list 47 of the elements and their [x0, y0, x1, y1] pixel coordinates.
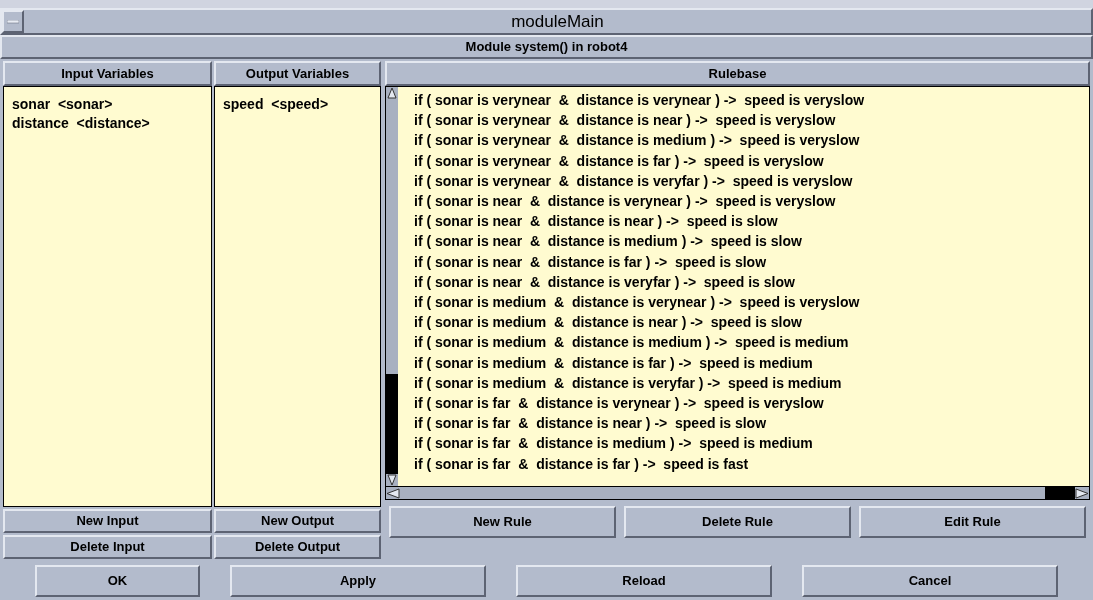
push-button[interactable]: Delete Rule: [624, 506, 851, 538]
rule-item[interactable]: if ( sonar is medium & distance is medium ) -> speed is medium: [414, 332, 1089, 353]
rule-item[interactable]: if ( sonar is near & distance is verynear ) -> speed is veryslow: [414, 191, 1089, 212]
rule-item[interactable]: if ( sonar is far & distance is medium ) -> speed is medium: [414, 433, 1089, 454]
list-item[interactable]: distance <distance>: [12, 114, 203, 133]
rule-item[interactable]: if ( sonar is far & distance is verynear ) -> speed is veryslow: [414, 393, 1089, 414]
rule-list[interactable]: [398, 87, 1089, 486]
list-item[interactable]: speed <speed>: [223, 95, 372, 114]
push-button[interactable]: New Rule: [389, 506, 616, 538]
window-title: moduleMain: [510, 10, 605, 33]
minus-icon: [7, 19, 19, 24]
rule-item[interactable]: if ( sonar is near & distance is veryfar ) -> speed is slow: [414, 271, 1089, 293]
variable-list[interactable]: speed <speed>: [214, 86, 381, 507]
rule-item[interactable]: if ( sonar is medium & distance is near ) -> speed is slow: [414, 312, 1089, 333]
variable-list[interactable]: sonar <sonar> distance <distance>: [3, 86, 212, 507]
rule-item[interactable]: if ( sonar is medium & distance is verynear ) -> speed is veryslow: [414, 292, 1089, 313]
horizontal-scrollbar[interactable]: [386, 486, 1089, 499]
scrollbar-thumb[interactable]: [1045, 487, 1075, 499]
push-button[interactable]: New Input: [3, 509, 212, 533]
rule-item[interactable]: if ( sonar is near & distance is far ) -> speed is slow: [414, 251, 1089, 272]
rule-item[interactable]: if ( sonar is verynear & distance is verynear ) -> speed is veryslow: [414, 90, 1089, 111]
rule-item[interactable]: if ( sonar is far & distance is far ) -> speed is fast: [414, 453, 1089, 474]
column-header: Rulebase: [385, 61, 1090, 86]
push-button[interactable]: Reload: [516, 565, 772, 597]
dialog-subtitle: Module system() in robot4: [0, 35, 1093, 59]
rule-item[interactable]: if ( sonar is far & distance is near ) -> speed is slow: [414, 413, 1089, 434]
rule-item[interactable]: if ( sonar is verynear & distance is veryfar ) -> speed is veryslow: [414, 170, 1089, 191]
window-menu-button[interactable]: [2, 10, 24, 33]
rule-item[interactable]: if ( sonar is verynear & distance is far ) -> speed is veryslow: [414, 150, 1089, 171]
rule-item[interactable]: if ( sonar is near & distance is medium ) -> speed is slow: [414, 231, 1089, 252]
push-button[interactable]: Cancel: [802, 565, 1058, 597]
rule-item[interactable]: if ( sonar is medium & distance is far ) -> speed is medium: [414, 352, 1089, 373]
push-button[interactable]: New Output: [214, 509, 381, 533]
push-button[interactable]: Apply: [230, 565, 486, 597]
column-header: Input Variables: [3, 61, 212, 86]
rule-item[interactable]: if ( sonar is verynear & distance is medium ) -> speed is veryslow: [414, 130, 1089, 151]
rule-item[interactable]: if ( sonar is verynear & distance is near ) -> speed is veryslow: [414, 110, 1089, 131]
vertical-scrollbar[interactable]: [386, 87, 398, 486]
push-button[interactable]: OK: [35, 565, 200, 597]
rule-item[interactable]: if ( sonar is near & distance is near ) -> speed is slow: [414, 211, 1089, 232]
column-header: Output Variables: [214, 61, 381, 86]
rule-item[interactable]: if ( sonar is medium & distance is veryfar ) -> speed is medium: [414, 372, 1089, 394]
list-item[interactable]: sonar <sonar>: [12, 95, 203, 114]
push-button[interactable]: Edit Rule: [859, 506, 1086, 538]
push-button[interactable]: Delete Input: [3, 535, 212, 559]
push-button[interactable]: Delete Output: [214, 535, 381, 559]
scrollbar-thumb[interactable]: [386, 374, 398, 474]
